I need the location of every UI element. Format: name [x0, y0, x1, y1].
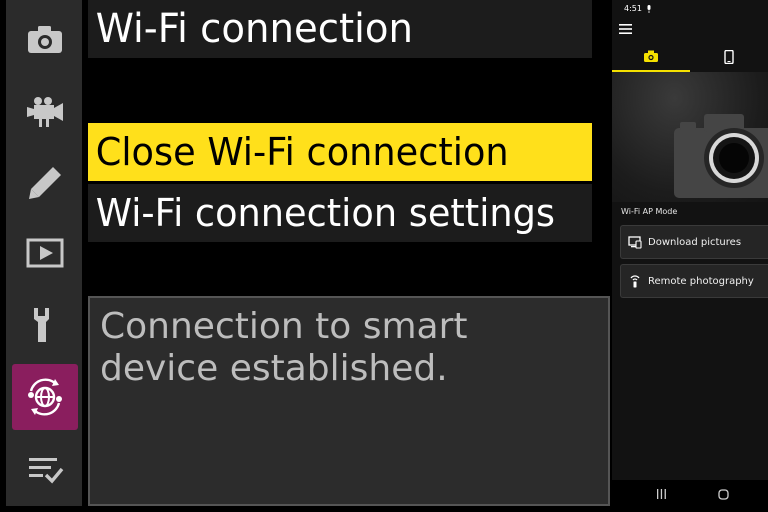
connection-mode-label: Wi-Fi AP Mode	[621, 207, 678, 216]
bottom-border	[0, 506, 768, 512]
menu-item-close-wifi-connection[interactable]: Close Wi-Fi connection	[88, 123, 592, 181]
tab-camera[interactable]	[612, 42, 690, 72]
remote-shutter-icon	[630, 275, 640, 288]
recent-apps-icon[interactable]	[656, 489, 667, 499]
movie-camera-icon	[27, 97, 63, 127]
remote-photography-button[interactable]: Remote photography	[620, 264, 768, 298]
camera-hero-image	[612, 72, 768, 202]
tab-setup[interactable]	[12, 292, 78, 358]
menu-side-tabs	[6, 0, 82, 512]
camera-icon	[28, 26, 62, 53]
android-nav-bar	[612, 480, 768, 508]
status-message-line: Connection to smart	[100, 306, 468, 347]
camera-icon	[644, 50, 658, 62]
status-message-box: Connection to smart device established.	[88, 296, 610, 506]
tab-movie-shooting[interactable]	[12, 78, 78, 144]
hamburger-menu-icon[interactable]	[619, 24, 632, 34]
microphone-icon	[647, 5, 651, 13]
menu-item-label: Wi-Fi connection settings	[95, 191, 556, 235]
download-pictures-button[interactable]: Download pictures	[620, 225, 768, 259]
status-message-line: device established.	[100, 348, 448, 389]
status-time: 4:51	[624, 4, 642, 13]
playback-icon	[26, 238, 64, 268]
smartphone-icon	[724, 50, 734, 64]
action-label: Remote photography	[648, 275, 754, 287]
my-menu-icon	[29, 458, 64, 484]
menu-item-wifi-connection-settings[interactable]: Wi-Fi connection settings	[88, 184, 592, 242]
tab-my-menu[interactable]	[12, 436, 78, 502]
wrench-icon	[34, 308, 49, 342]
pencil-icon	[29, 167, 61, 199]
tab-custom-settings[interactable]	[12, 150, 78, 216]
action-label: Download pictures	[648, 236, 742, 248]
status-bar: 4:51	[612, 0, 768, 18]
camera-menu-screen: Wi-Fi connection Close Wi-Fi connection …	[0, 0, 612, 512]
tab-network[interactable]	[12, 364, 78, 430]
phone-app-screen: 4:51 Wi-Fi AP Mode Download pictures Rem…	[612, 0, 768, 508]
network-icon	[28, 378, 62, 416]
tab-playback[interactable]	[12, 220, 78, 286]
menu-item-label: Close Wi-Fi connection	[95, 130, 509, 174]
home-icon[interactable]	[718, 489, 729, 500]
camera-illustration-icon	[674, 114, 768, 198]
menu-title: Wi-Fi connection	[88, 0, 592, 58]
app-tab-bar	[612, 42, 768, 72]
tab-photo-shooting[interactable]	[12, 6, 78, 72]
download-pictures-icon	[628, 236, 642, 249]
tab-smart-device[interactable]	[690, 42, 768, 72]
